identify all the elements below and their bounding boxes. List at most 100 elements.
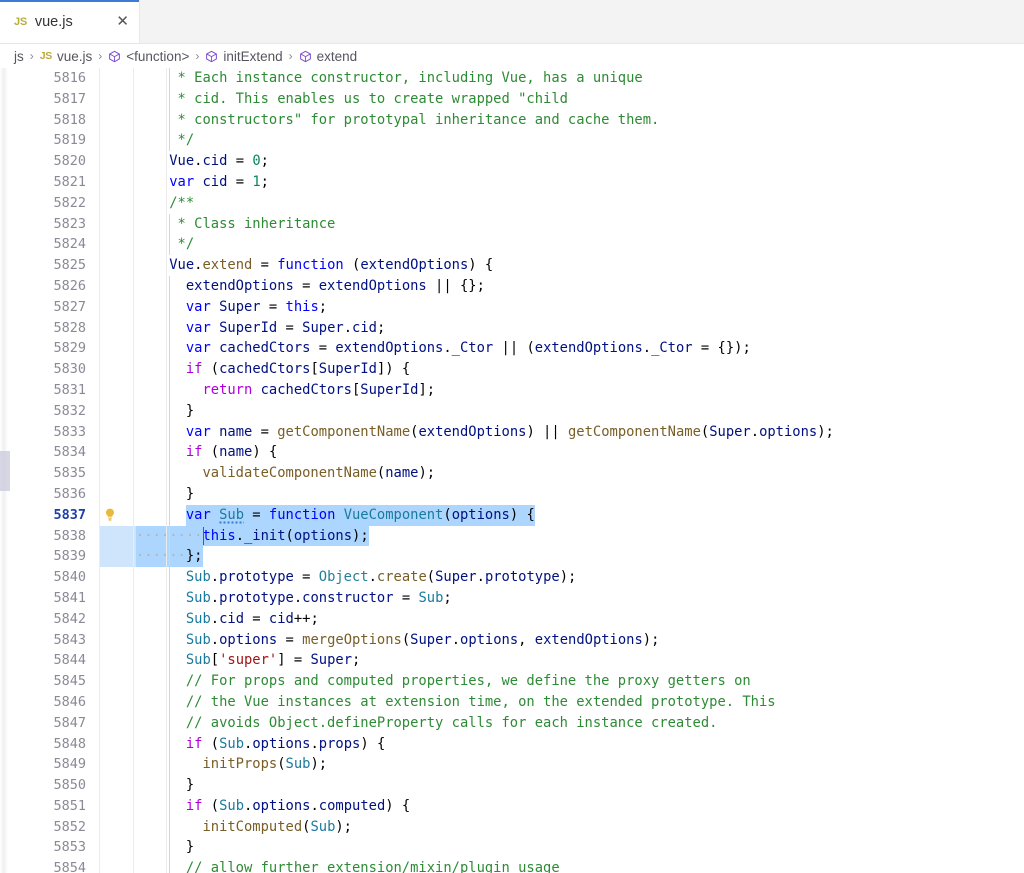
line-number[interactable]: 5831 [0, 380, 86, 401]
code-text[interactable]: var cachedCtors = extendOptions._Ctor ||… [136, 338, 751, 359]
code-text[interactable]: if (Sub.options.props) { [136, 734, 385, 755]
code-line[interactable]: 5831 return cachedCtors[SuperId]; [0, 379, 1024, 401]
code-text[interactable]: /** [136, 193, 194, 214]
breadcrumb-item-extend[interactable]: extend [299, 49, 357, 64]
code-text[interactable]: } [136, 401, 194, 422]
close-icon[interactable]: ✕ [102, 14, 129, 29]
code-line[interactable]: 5847 // avoids Object.defineProperty cal… [0, 712, 1024, 734]
line-number[interactable]: 5832 [0, 401, 86, 422]
code-text[interactable]: // the Vue instances at extension time, … [136, 692, 776, 713]
code-line[interactable]: 5839 ······ }; [0, 546, 1024, 568]
line-number[interactable]: 5849 [0, 754, 86, 775]
line-number[interactable]: 5841 [0, 588, 86, 609]
code-text[interactable]: extendOptions = extendOptions || {}; [136, 276, 485, 297]
line-number[interactable]: 5844 [0, 650, 86, 671]
code-line[interactable]: 5832 } [0, 400, 1024, 422]
code-text[interactable]: } [136, 484, 194, 505]
line-number[interactable]: 5818 [0, 110, 86, 131]
code-text[interactable]: initProps(Sub); [136, 754, 327, 775]
line-number[interactable]: 5827 [0, 297, 86, 318]
code-line[interactable]: 5837 var Sub = function VueComponent(opt… [0, 504, 1024, 526]
vertical-scrollbar-thumb[interactable] [0, 451, 10, 491]
code-line[interactable]: 5819 */ [0, 130, 1024, 152]
line-number[interactable]: 5828 [0, 318, 86, 339]
code-line[interactable]: 5829 var cachedCtors = extendOptions._Ct… [0, 338, 1024, 360]
line-number[interactable]: 5848 [0, 734, 86, 755]
code-text[interactable]: Vue.extend = function (extendOptions) { [136, 255, 493, 276]
code-line[interactable]: 5827 var Super = this; [0, 296, 1024, 318]
breadcrumb-item-js[interactable]: js [14, 49, 24, 64]
code-text[interactable]: var SuperId = Super.cid; [136, 318, 385, 339]
line-number[interactable]: 5829 [0, 338, 86, 359]
code-text[interactable]: }; [136, 546, 203, 567]
code-text[interactable]: var Sub = function VueComponent(options)… [136, 505, 535, 526]
line-number[interactable]: 5825 [0, 255, 86, 276]
line-number[interactable]: 5836 [0, 484, 86, 505]
code-line[interactable]: 5841 Sub.prototype.constructor = Sub; [0, 587, 1024, 609]
line-number[interactable]: 5826 [0, 276, 86, 297]
code-line[interactable]: 5822 /** [0, 193, 1024, 214]
code-text[interactable]: // allow further extension/mixin/plugin … [136, 858, 560, 873]
line-number[interactable]: 5850 [0, 775, 86, 796]
code-text[interactable]: Sub.prototype.constructor = Sub; [136, 588, 452, 609]
line-number[interactable]: 5833 [0, 422, 86, 443]
code-text[interactable]: * Class inheritance [136, 214, 336, 235]
line-number[interactable]: 5820 [0, 151, 86, 172]
code-line[interactable]: 5817 * cid. This enables us to create wr… [0, 88, 1024, 110]
code-line[interactable]: 5840 Sub.prototype = Object.create(Super… [0, 567, 1024, 588]
code-line[interactable]: 5825 Vue.extend = function (extendOption… [0, 255, 1024, 276]
line-number[interactable]: 5847 [0, 713, 86, 734]
code-text[interactable]: } [136, 837, 194, 858]
line-number[interactable]: 5823 [0, 214, 86, 235]
code-text[interactable]: */ [136, 234, 195, 255]
code-line[interactable]: 5845 // For props and computed propertie… [0, 671, 1024, 692]
code-text[interactable]: var name = getComponentName(extendOption… [136, 422, 834, 443]
line-number[interactable]: 5853 [0, 837, 86, 858]
code-line[interactable]: 5835 validateComponentName(name); [0, 463, 1024, 484]
code-line[interactable]: 5828 var SuperId = Super.cid; [0, 317, 1024, 339]
code-line[interactable]: 5844 Sub['super'] = Super; [0, 650, 1024, 672]
line-number[interactable]: 5821 [0, 172, 86, 193]
code-line[interactable]: 5854 // allow further extension/mixin/pl… [0, 858, 1024, 873]
code-text[interactable]: var Super = this; [136, 297, 327, 318]
code-line[interactable]: 5830 if (cachedCtors[SuperId]) { [0, 359, 1024, 380]
code-text[interactable]: return cachedCtors[SuperId]; [136, 380, 435, 401]
line-number[interactable]: 5845 [0, 671, 86, 692]
code-line[interactable]: 5824 */ [0, 234, 1024, 256]
line-number[interactable]: 5824 [0, 234, 86, 255]
breadcrumb-item-vue-js[interactable]: JS vue.js [40, 49, 93, 64]
code-text[interactable]: if (name) { [136, 442, 277, 463]
code-line[interactable]: 5833 var name = getComponentName(extendO… [0, 421, 1024, 443]
code-line[interactable]: 5853 } [0, 837, 1024, 859]
line-number[interactable]: 5842 [0, 609, 86, 630]
code-line[interactable]: 5848 if (Sub.options.props) { [0, 733, 1024, 755]
line-number[interactable]: 5817 [0, 89, 86, 110]
code-line[interactable]: 5836 } [0, 483, 1024, 505]
line-number[interactable]: 5816 [0, 68, 86, 89]
code-text[interactable]: if (cachedCtors[SuperId]) { [136, 359, 410, 380]
code-text[interactable]: Vue.cid = 0; [136, 151, 269, 172]
code-line[interactable]: 5842 Sub.cid = cid++; [0, 608, 1024, 630]
lightbulb-icon[interactable] [102, 507, 118, 523]
code-line[interactable]: 5850 } [0, 775, 1024, 796]
code-line[interactable]: 5821 var cid = 1; [0, 172, 1024, 193]
code-text[interactable]: * cid. This enables us to create wrapped… [136, 89, 568, 110]
line-number[interactable]: 5819 [0, 130, 86, 151]
code-line[interactable]: 5846 // the Vue instances at extension t… [0, 691, 1024, 713]
code-text[interactable]: // avoids Object.defineProperty calls fo… [136, 713, 718, 734]
code-text[interactable]: if (Sub.options.computed) { [136, 796, 410, 817]
code-text[interactable]: Sub.options = mergeOptions(Super.options… [136, 630, 660, 651]
code-text[interactable]: Sub.cid = cid++; [136, 609, 319, 630]
line-number[interactable]: 5852 [0, 817, 86, 838]
code-text[interactable]: // For props and computed properties, we… [136, 671, 751, 692]
line-number[interactable]: 5838 [0, 526, 86, 547]
code-text[interactable]: this._init(options); [136, 526, 368, 547]
line-number[interactable]: 5843 [0, 630, 86, 651]
code-line[interactable]: 5851 if (Sub.options.computed) { [0, 795, 1024, 817]
code-line[interactable]: 5826 extendOptions = extendOptions || {}… [0, 275, 1024, 297]
line-number[interactable]: 5834 [0, 442, 86, 463]
line-number[interactable]: 5846 [0, 692, 86, 713]
code-line[interactable]: 5849 initProps(Sub); [0, 754, 1024, 776]
code-lines-container[interactable]: 5816 * Each instance constructor, includ… [0, 68, 1024, 873]
code-text[interactable]: } [136, 775, 194, 796]
